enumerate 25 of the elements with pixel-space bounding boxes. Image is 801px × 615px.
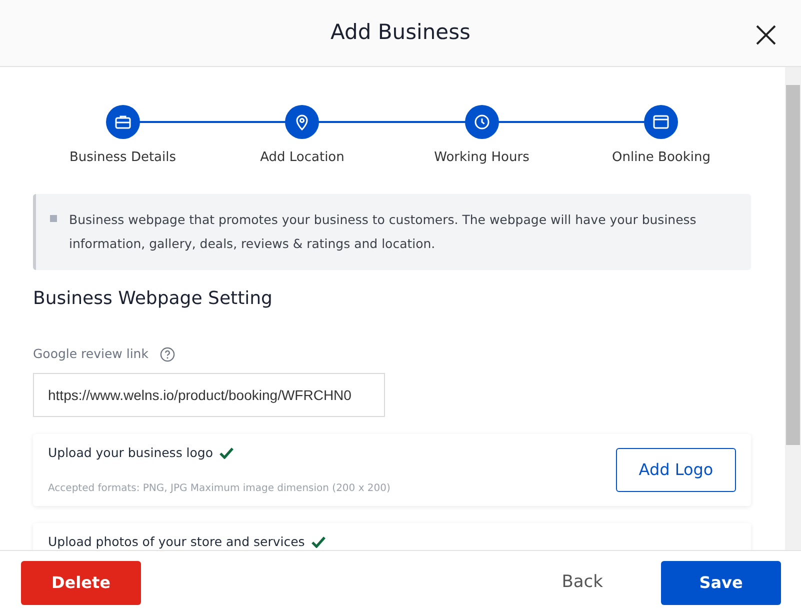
upload-title: Upload photos of your store and services xyxy=(48,532,305,550)
dialog-title: Add Business xyxy=(330,20,470,46)
step-label: Working Hours xyxy=(434,149,530,167)
scrollbar[interactable] xyxy=(785,67,801,550)
save-button[interactable]: Save xyxy=(661,561,781,605)
delete-button[interactable]: Delete xyxy=(21,561,141,605)
upload-note: Accepted formats: PNG, JPG Maximum image dimension (200 x 200) xyxy=(48,482,390,496)
step-label: Add Location xyxy=(260,149,344,167)
step-circle[interactable] xyxy=(644,105,678,139)
bullet-icon xyxy=(50,214,57,222)
info-text: Business webpage that promotes your business to customers. The webpage will have your business information, gallery, deals, reviews & ratings and location. xyxy=(69,210,698,253)
step-circle[interactable] xyxy=(464,105,499,139)
help-icon[interactable] xyxy=(160,346,176,362)
step-label: Business Details xyxy=(69,149,176,167)
review-link-field[interactable]: https://www.welns.io/product/booking/WFRCHN0 xyxy=(33,372,385,417)
section-title: Business Webpage Setting xyxy=(33,288,274,310)
back-button[interactable]: Back xyxy=(556,569,609,597)
close-icon xyxy=(755,24,777,46)
upload-title: Upload your business logo xyxy=(48,444,214,462)
step-circle[interactable] xyxy=(106,105,140,139)
field-label: Google review link xyxy=(33,345,148,364)
step-circle[interactable] xyxy=(285,105,320,139)
scrollbar-thumb[interactable] xyxy=(786,85,800,445)
step-label: Online Booking xyxy=(612,149,711,167)
add-logo-button[interactable]: Add Logo xyxy=(616,448,736,492)
